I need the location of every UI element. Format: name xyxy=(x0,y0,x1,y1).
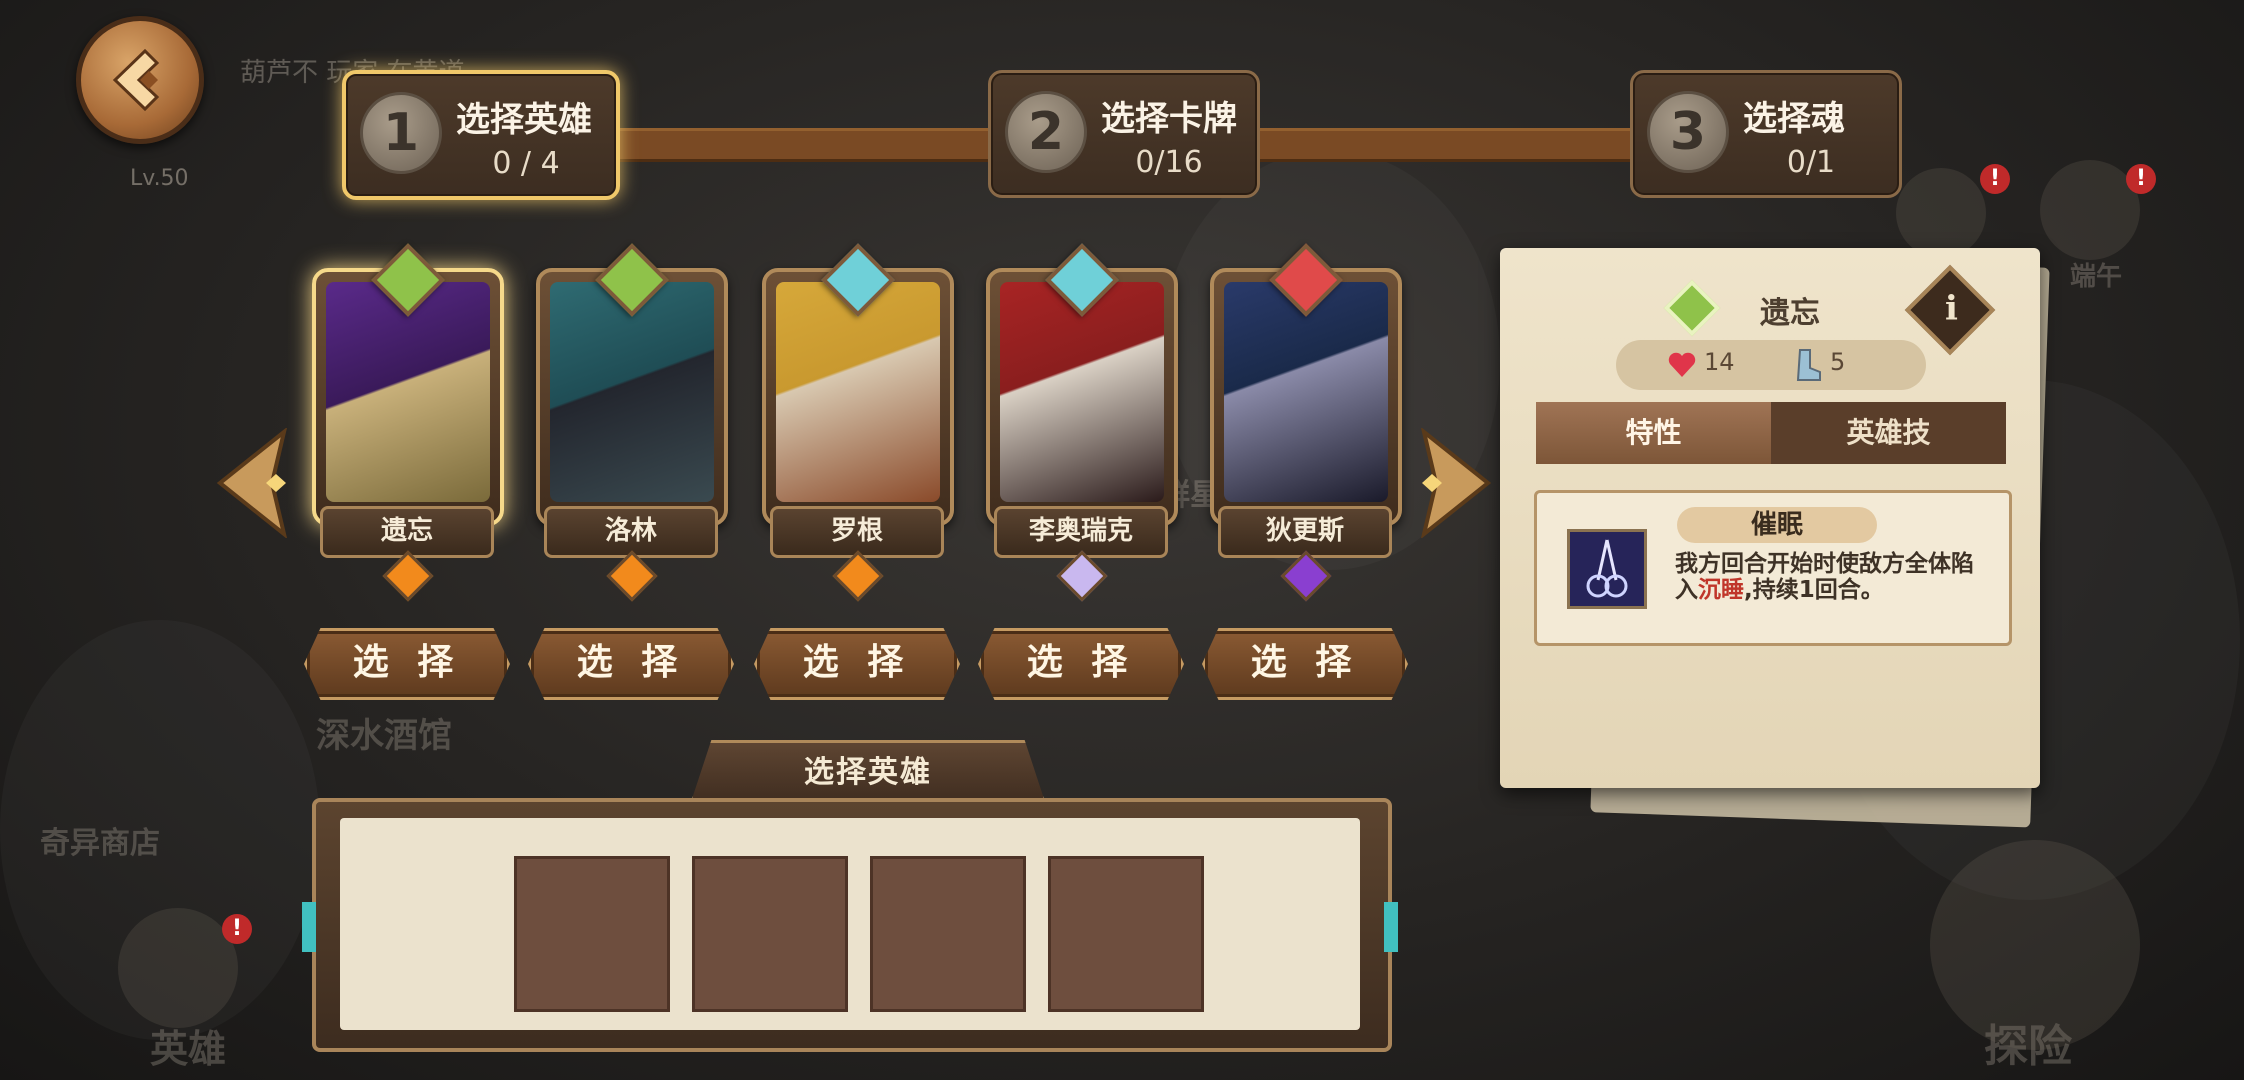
cost-value: 5 xyxy=(1830,348,1846,376)
hero-card-luogen[interactable]: 罗根 xyxy=(762,243,954,602)
back-button[interactable] xyxy=(76,16,204,144)
hypnosis-icon xyxy=(1567,529,1647,609)
hero-card-liaoruike[interactable]: 李奥瑞克 xyxy=(986,243,1178,602)
tavern-label: 深水酒馆 xyxy=(316,716,452,756)
selected-heroes-tray xyxy=(302,798,1398,1052)
next-page-button[interactable] xyxy=(1414,426,1494,542)
select-hero-button[interactable]: 选 择 xyxy=(1202,628,1408,700)
tray-title: 选择英雄 xyxy=(690,740,1046,805)
boot-icon xyxy=(1796,349,1821,381)
hero-slot[interactable] xyxy=(1048,856,1204,1012)
skill-description: 我方回合开始时使敌方全体陷入沉睡,持续1回合。 xyxy=(1675,551,1995,603)
bg-event-icon xyxy=(1896,168,1986,258)
skill-keyword: 沉睡 xyxy=(1698,577,1744,603)
step-count: 0 / 4 xyxy=(492,146,560,181)
skill-name: 催眠 xyxy=(1677,507,1877,543)
player-level: Lv.50 xyxy=(130,166,189,191)
hero-card-digengsi[interactable]: 狄更斯 xyxy=(1210,243,1402,602)
detail-tabs: 特性 英雄技 xyxy=(1536,402,2006,464)
step-select-hero[interactable]: 1 选择英雄 0 / 4 xyxy=(342,70,620,200)
step-select-soul[interactable]: 3 选择魂 0/1 xyxy=(1630,70,1902,198)
step-count: 0/16 xyxy=(1135,145,1203,180)
shop-label: 奇异商店 xyxy=(40,826,160,861)
rarity-gem-icon xyxy=(832,550,884,602)
info-icon: i xyxy=(1944,288,1958,329)
skill-desc-text: ,持续1回合。 xyxy=(1744,577,1884,603)
alert-badge: ! xyxy=(222,914,252,944)
tab-traits[interactable]: 特性 xyxy=(1536,402,1771,464)
hero-slot[interactable] xyxy=(514,856,670,1012)
tray-side-marker xyxy=(1384,902,1398,952)
step-select-cards[interactable]: 2 选择卡牌 0/16 xyxy=(988,70,1260,198)
event-label: 端午 xyxy=(2070,262,2123,292)
tab-hero-skill[interactable]: 英雄技 xyxy=(1771,402,2006,464)
hero-slot[interactable] xyxy=(692,856,848,1012)
prev-page-button[interactable] xyxy=(214,426,294,542)
alert-badge: ! xyxy=(1980,164,2010,194)
hero-card-yiwang[interactable]: 遗忘 xyxy=(312,243,504,602)
step-title: 选择英雄 xyxy=(456,100,592,140)
tray-inner xyxy=(340,818,1360,1030)
back-arrow-icon xyxy=(112,48,160,112)
bg-explore-icon xyxy=(1930,840,2140,1050)
rarity-gem-icon xyxy=(382,550,434,602)
heart-icon xyxy=(1668,352,1696,377)
arrow-left-icon xyxy=(216,426,288,540)
hero-card-luolin[interactable]: 洛林 xyxy=(536,243,728,602)
select-hero-button[interactable]: 选 择 xyxy=(304,628,510,700)
rarity-gem-icon xyxy=(1056,550,1108,602)
bg-event-icon xyxy=(2040,160,2140,260)
select-hero-button[interactable]: 选 择 xyxy=(754,628,960,700)
rarity-gem-icon xyxy=(606,550,658,602)
hp-value: 14 xyxy=(1704,348,1735,376)
arrow-right-icon xyxy=(1420,426,1492,540)
info-button[interactable]: i xyxy=(1904,264,1996,356)
hero-slot[interactable] xyxy=(870,856,1026,1012)
step-title: 选择魂 xyxy=(1743,99,1845,139)
hero-detail-panel: 遗忘 i 14 5 特性 英雄技 催眠 我方回合开始时使敌方全体陷入沉睡,持续1… xyxy=(1500,248,2040,788)
tray-side-marker xyxy=(302,902,316,952)
alert-badge: ! xyxy=(2126,164,2156,194)
bg-heroes-icon xyxy=(118,908,238,1028)
step-title: 选择卡牌 xyxy=(1101,99,1237,139)
select-hero-button[interactable]: 选 择 xyxy=(528,628,734,700)
step-count: 0/1 xyxy=(1786,145,1836,180)
select-hero-button[interactable]: 选 择 xyxy=(978,628,1184,700)
stats-bar: 14 5 xyxy=(1616,340,1926,390)
skill-card: 催眠 我方回合开始时使敌方全体陷入沉睡,持续1回合。 xyxy=(1534,490,2012,646)
